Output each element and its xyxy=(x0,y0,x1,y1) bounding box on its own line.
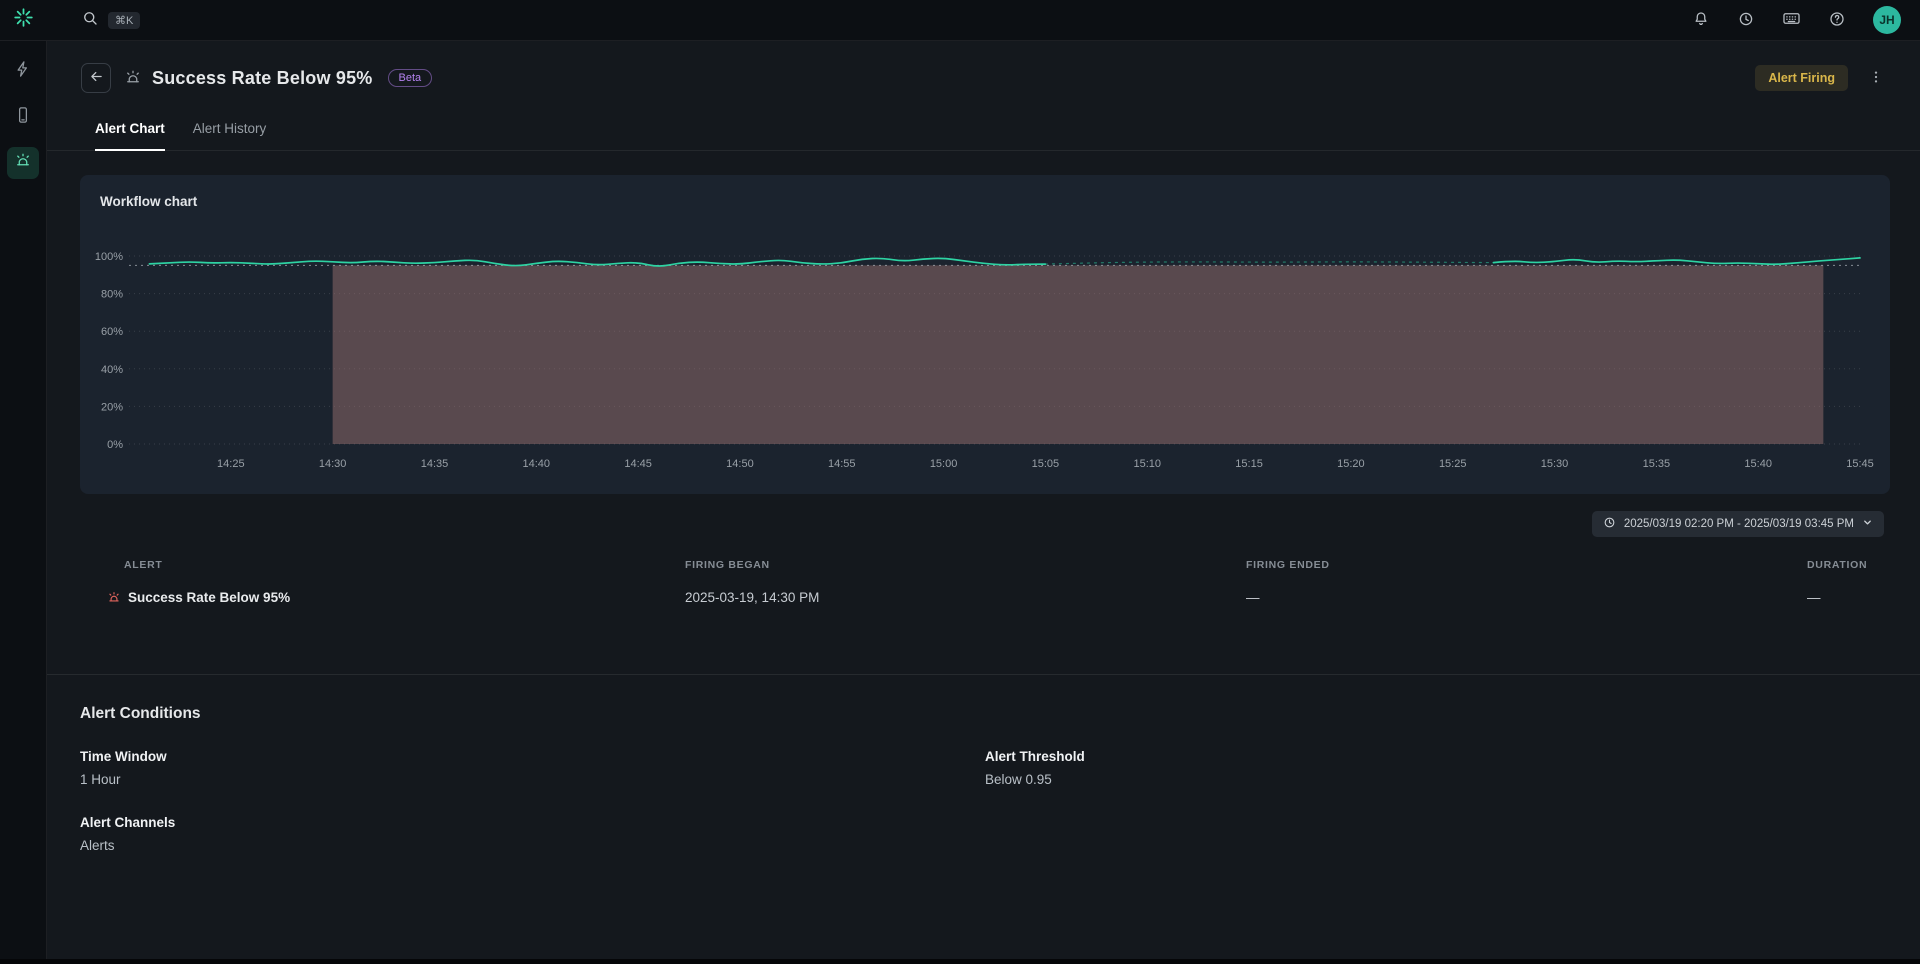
notifications-button[interactable] xyxy=(1692,10,1710,31)
svg-text:60%: 60% xyxy=(101,326,123,338)
alert-siren-icon xyxy=(124,69,142,87)
search-shortcut-badge: ⌘K xyxy=(108,12,140,29)
main-content: Success Rate Below 95% Beta Alert Firing… xyxy=(47,41,1920,964)
condition-alert-threshold: Alert Threshold Below 0.95 xyxy=(985,749,1890,787)
app-layout: Success Rate Below 95% Beta Alert Firing… xyxy=(0,41,1920,964)
more-options-button[interactable] xyxy=(1862,64,1890,92)
help-icon xyxy=(1828,10,1846,31)
svg-text:14:50: 14:50 xyxy=(726,458,754,470)
svg-text:100%: 100% xyxy=(95,251,123,263)
alert-conditions-heading: Alert Conditions xyxy=(80,705,1890,723)
clock-icon xyxy=(1737,10,1755,31)
condition-label: Time Window xyxy=(80,749,985,764)
firing-ended-cell: — xyxy=(1246,590,1807,605)
sidebar-item-alerts[interactable] xyxy=(7,147,39,179)
mobile-icon xyxy=(14,106,32,129)
svg-text:20%: 20% xyxy=(101,401,123,413)
workflow-chart-card: Workflow chart 0% 20% 40% 60% 80% 100% 14:25 14… xyxy=(80,175,1890,494)
column-header-duration: DURATION xyxy=(1807,559,1890,571)
condition-time-window: Time Window 1 Hour xyxy=(80,749,985,787)
topbar: ⌘K xyxy=(0,0,1920,41)
svg-text:15:25: 15:25 xyxy=(1439,458,1467,470)
alerts-table-header: ALERT FIRING BEGAN FIRING ENDED DURATION xyxy=(107,559,1890,584)
search-icon xyxy=(81,9,99,32)
svg-text:80%: 80% xyxy=(101,289,123,301)
svg-text:15:00: 15:00 xyxy=(930,458,958,470)
condition-alert-channels: Alert Channels Alerts xyxy=(80,815,985,853)
bottom-edge-strip xyxy=(0,959,1920,964)
help-button[interactable] xyxy=(1828,10,1846,31)
alert-firing-badge: Alert Firing xyxy=(1755,65,1848,91)
firing-began-cell: 2025-03-19, 14:30 PM xyxy=(685,590,1246,605)
topbar-actions: JH xyxy=(1692,6,1920,34)
svg-text:40%: 40% xyxy=(101,364,123,376)
logo-burst-icon xyxy=(13,7,34,33)
duration-cell: — xyxy=(1807,590,1890,605)
bell-icon xyxy=(1692,10,1710,31)
svg-text:15:30: 15:30 xyxy=(1541,458,1569,470)
conditions-grid: Time Window 1 Hour Alert Threshold Below… xyxy=(80,749,1890,853)
alert-name: Success Rate Below 95% xyxy=(128,590,290,605)
chart-title: Workflow chart xyxy=(100,194,197,209)
keyboard-icon xyxy=(1782,9,1801,31)
svg-text:14:55: 14:55 xyxy=(828,458,856,470)
svg-text:14:45: 14:45 xyxy=(624,458,652,470)
condition-value: Alerts xyxy=(80,838,985,853)
svg-text:15:10: 15:10 xyxy=(1133,458,1161,470)
global-search[interactable]: ⌘K xyxy=(81,9,140,32)
page-title: Success Rate Below 95% xyxy=(152,68,373,89)
condition-value: 1 Hour xyxy=(80,772,985,787)
tab-alert-chart[interactable]: Alert Chart xyxy=(95,121,165,151)
sidebar-item-functions[interactable] xyxy=(7,55,39,87)
svg-text:15:20: 15:20 xyxy=(1337,458,1365,470)
svg-text:14:30: 14:30 xyxy=(319,458,347,470)
svg-text:15:40: 15:40 xyxy=(1744,458,1772,470)
column-header-firing-ended: FIRING ENDED xyxy=(1246,559,1807,571)
sidebar xyxy=(0,41,47,964)
svg-text:15:05: 15:05 xyxy=(1032,458,1060,470)
alarm-red-icon xyxy=(107,591,121,605)
column-header-firing-began: FIRING BEGAN xyxy=(685,559,1246,571)
svg-text:0%: 0% xyxy=(107,439,123,451)
back-button[interactable] xyxy=(81,63,111,93)
app-logo[interactable] xyxy=(0,7,47,33)
svg-text:15:35: 15:35 xyxy=(1643,458,1671,470)
svg-text:15:45: 15:45 xyxy=(1846,458,1874,470)
arrow-left-icon xyxy=(88,68,105,88)
sidebar-item-apps[interactable] xyxy=(7,101,39,133)
history-button[interactable] xyxy=(1737,10,1755,31)
svg-text:14:25: 14:25 xyxy=(217,458,245,470)
lightning-icon xyxy=(14,60,32,83)
workflow-chart: 0% 20% 40% 60% 80% 100% 14:25 14:30 14:35 14:40 14… xyxy=(80,175,1890,494)
condition-label: Alert Threshold xyxy=(985,749,1890,764)
beta-badge: Beta xyxy=(388,69,433,87)
date-range-picker[interactable]: 2025/03/19 02:20 PM - 2025/03/19 03:45 P… xyxy=(1592,511,1884,537)
clock-icon xyxy=(1603,516,1616,532)
svg-text:14:40: 14:40 xyxy=(523,458,551,470)
date-range-label: 2025/03/19 02:20 PM - 2025/03/19 03:45 P… xyxy=(1624,518,1854,530)
svg-text:14:35: 14:35 xyxy=(421,458,449,470)
alert-siren-icon xyxy=(14,152,32,175)
condition-label: Alert Channels xyxy=(80,815,985,830)
tab-bar: Alert Chart Alert History xyxy=(47,121,1920,151)
alerts-table: ALERT FIRING BEGAN FIRING ENDED DURATION… xyxy=(107,559,1890,611)
condition-value: Below 0.95 xyxy=(985,772,1890,787)
page-header: Success Rate Below 95% Beta Alert Firing xyxy=(47,41,1920,93)
alert-conditions-section: Alert Conditions Time Window 1 Hour Aler… xyxy=(47,675,1920,853)
column-header-alert: ALERT xyxy=(107,559,685,571)
kebab-menu-icon xyxy=(1868,69,1884,88)
range-row: 2025/03/19 02:20 PM - 2025/03/19 03:45 P… xyxy=(47,511,1884,537)
alert-name-cell: Success Rate Below 95% xyxy=(107,590,685,605)
svg-text:15:15: 15:15 xyxy=(1235,458,1263,470)
user-avatar[interactable]: JH xyxy=(1873,6,1901,34)
table-row[interactable]: Success Rate Below 95% 2025-03-19, 14:30… xyxy=(107,584,1890,611)
shortcuts-button[interactable] xyxy=(1782,9,1801,31)
chevron-down-icon xyxy=(1862,517,1873,531)
tab-alert-history[interactable]: Alert History xyxy=(193,121,267,150)
